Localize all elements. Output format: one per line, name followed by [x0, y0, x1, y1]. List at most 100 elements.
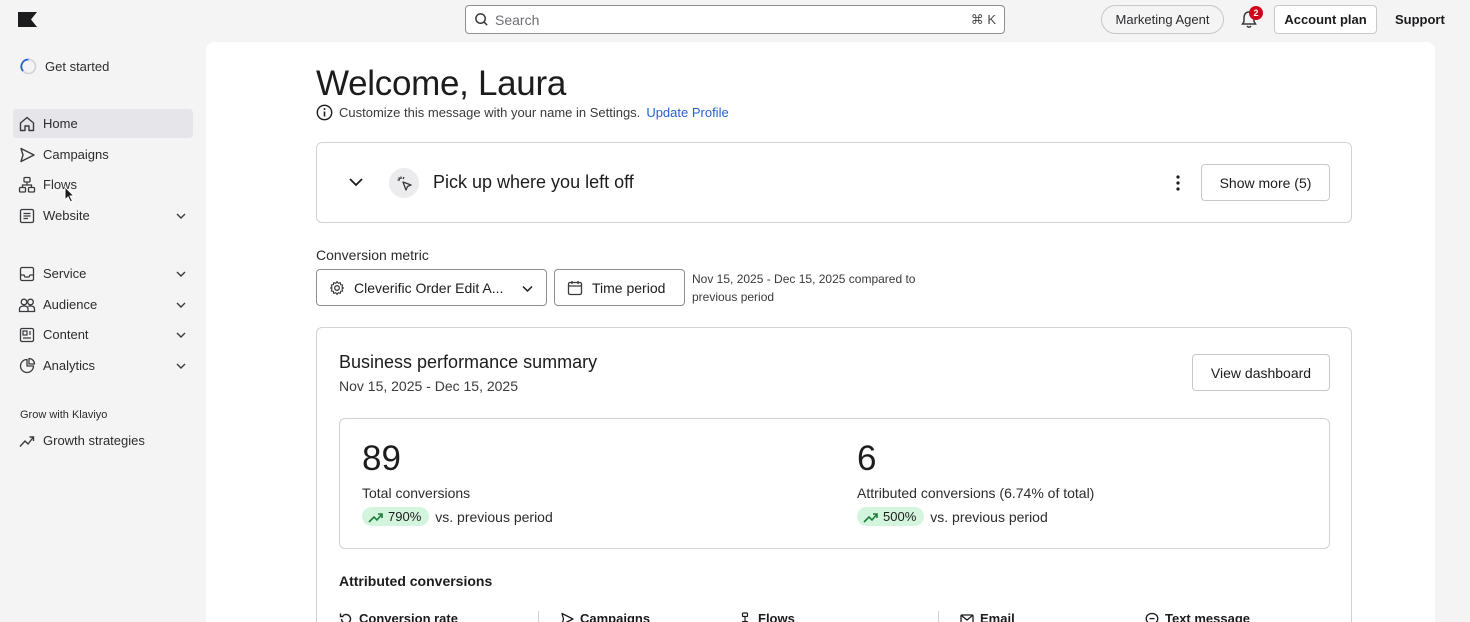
- metric-value: Cleverific Order Edit A...: [354, 279, 504, 296]
- chevron-down-icon[interactable]: [348, 174, 364, 190]
- get-started-item[interactable]: Get started: [20, 58, 109, 75]
- sidebar-item-label: Content: [43, 327, 89, 342]
- top-bar: Search ⌘ K Marketing Agent 2 Account pla…: [0, 0, 1470, 40]
- change-vs: vs. previous period: [930, 508, 1048, 525]
- sidebar-item-home[interactable]: Home: [13, 109, 193, 138]
- stats-card: 89 Total conversions 790% vs. previous p…: [339, 418, 1330, 549]
- sidebar-item-label: Analytics: [43, 358, 96, 373]
- sidebar-item-label: Home: [43, 116, 78, 131]
- time-period-button[interactable]: Time period: [554, 269, 685, 306]
- audience-icon: [18, 298, 36, 312]
- sidebar-item-growth-strategies[interactable]: Growth strategies: [13, 426, 193, 455]
- stat-value: 6: [857, 439, 877, 478]
- sidebar-item-website[interactable]: Website: [13, 201, 193, 230]
- tab-label: Flows: [758, 611, 795, 622]
- trend-up-icon: [863, 512, 878, 523]
- sparkle-cursor-icon: [397, 176, 412, 191]
- more-options-icon[interactable]: [1175, 174, 1181, 192]
- mail-icon: [960, 613, 974, 622]
- pickup-title: Pick up where you left off: [433, 172, 634, 192]
- change-value: 790%: [388, 509, 422, 524]
- content-icon: [19, 327, 35, 342]
- home-icon: [19, 116, 35, 131]
- sidebar-item-content[interactable]: Content: [13, 320, 193, 349]
- stat-label: Attributed conversions (6.74% of total): [857, 485, 1095, 501]
- sidebar-item-flows[interactable]: Flows: [13, 170, 193, 199]
- flows-icon: [741, 611, 749, 622]
- analytics-icon: [19, 357, 36, 373]
- account-plan-button[interactable]: Account plan: [1274, 5, 1377, 34]
- calendar-icon: [567, 280, 583, 295]
- summary-date-range: Nov 15, 2025 - Dec 15, 2025: [339, 378, 519, 394]
- chevron-down-icon: [176, 271, 186, 277]
- gear-icon: [329, 280, 345, 295]
- get-started-label: Get started: [45, 59, 110, 74]
- info-icon: [316, 104, 333, 121]
- view-dashboard-button[interactable]: View dashboard: [1192, 354, 1330, 391]
- marketing-agent-button[interactable]: Marketing Agent: [1101, 5, 1224, 34]
- chevron-down-icon: [176, 332, 186, 338]
- flows-icon: [18, 176, 36, 193]
- sidebar-item-label: Growth strategies: [43, 433, 145, 448]
- chevron-down-icon: [176, 363, 186, 369]
- send-icon: [561, 612, 574, 622]
- sidebar-item-label: Audience: [43, 297, 98, 312]
- customize-text: Customize this message with your name in…: [339, 105, 641, 120]
- sidebar-item-campaigns[interactable]: Campaigns: [13, 140, 193, 169]
- send-icon: [20, 147, 35, 162]
- business-performance-summary: Business performance summary Nov 15, 202…: [316, 327, 1352, 622]
- tab-conversion-rate[interactable]: Conversion rate: [339, 611, 458, 622]
- update-profile-link[interactable]: Update Profile: [646, 105, 728, 120]
- refresh-icon: [339, 613, 352, 622]
- support-link[interactable]: Support: [1395, 12, 1445, 27]
- search-input[interactable]: Search ⌘ K: [465, 5, 1005, 34]
- sidebar-item-label: Website: [43, 208, 90, 223]
- sidebar: Get started Home Campaigns Flows Website…: [0, 40, 205, 622]
- search-shortcut: ⌘ K: [970, 12, 996, 27]
- trend-up-icon: [368, 512, 383, 523]
- date-range-note: Nov 15, 2025 - Dec 15, 2025 compared to …: [692, 272, 916, 304]
- klaviyo-logo[interactable]: [18, 12, 37, 27]
- sidebar-item-audience[interactable]: Audience: [13, 290, 193, 319]
- divider: [938, 611, 939, 622]
- tab-campaigns[interactable]: Campaigns: [560, 611, 650, 622]
- chevron-down-icon: [176, 213, 186, 219]
- page-title: Welcome, Laura: [316, 64, 566, 103]
- progress-ring-icon: [20, 58, 37, 75]
- chat-bubble-icon: [1145, 612, 1159, 622]
- conversion-metric-select[interactable]: Cleverific Order Edit A...: [316, 269, 547, 306]
- attributed-conversions-stat: 6 Attributed conversions (6.74% of total…: [857, 439, 1094, 526]
- sidebar-item-service[interactable]: Service: [13, 259, 193, 288]
- time-period-label: Time period: [592, 279, 666, 296]
- tab-label: Email: [980, 611, 1015, 622]
- tab-label: Campaigns: [580, 611, 651, 622]
- total-conversions-stat: 89 Total conversions 790% vs. previous p…: [362, 439, 553, 526]
- trend-up-icon: [19, 435, 35, 447]
- main-panel: Welcome, Laura Customize this message wi…: [206, 42, 1435, 622]
- attribution-tabs: Conversion rate Campaigns Flows Email Te…: [339, 611, 1329, 622]
- summary-title: Business performance summary: [339, 352, 598, 372]
- tab-text-message[interactable]: Text message: [1145, 611, 1250, 622]
- show-more-button[interactable]: Show more (5): [1201, 164, 1330, 201]
- customize-message: Customize this message with your name in…: [316, 104, 729, 121]
- tab-flows[interactable]: Flows: [738, 611, 795, 622]
- inbox-icon: [19, 266, 35, 281]
- stat-label: Total conversions: [362, 485, 471, 501]
- search-placeholder: Search: [495, 12, 540, 28]
- chevron-down-icon: [522, 285, 533, 293]
- section-label: Grow with Klaviyo: [20, 409, 108, 421]
- tab-label: Conversion rate: [359, 611, 458, 622]
- sidebar-item-analytics[interactable]: Analytics: [13, 351, 193, 380]
- attributed-conversions-heading: Attributed conversions: [339, 573, 493, 589]
- tab-email[interactable]: Email: [960, 611, 1015, 622]
- divider: [538, 611, 539, 622]
- conversion-metric-label: Conversion metric: [316, 247, 429, 263]
- sidebar-item-label: Service: [43, 266, 87, 281]
- change-value: 500%: [883, 509, 917, 524]
- pickup-panel: Pick up where you left off Show more (5): [316, 142, 1352, 223]
- change-badge: 500%: [857, 507, 925, 526]
- stat-trend: 790% vs. previous period: [362, 507, 553, 526]
- search-icon: [475, 13, 488, 26]
- tab-label: Text message: [1165, 611, 1251, 622]
- stat-value: 89: [362, 439, 401, 478]
